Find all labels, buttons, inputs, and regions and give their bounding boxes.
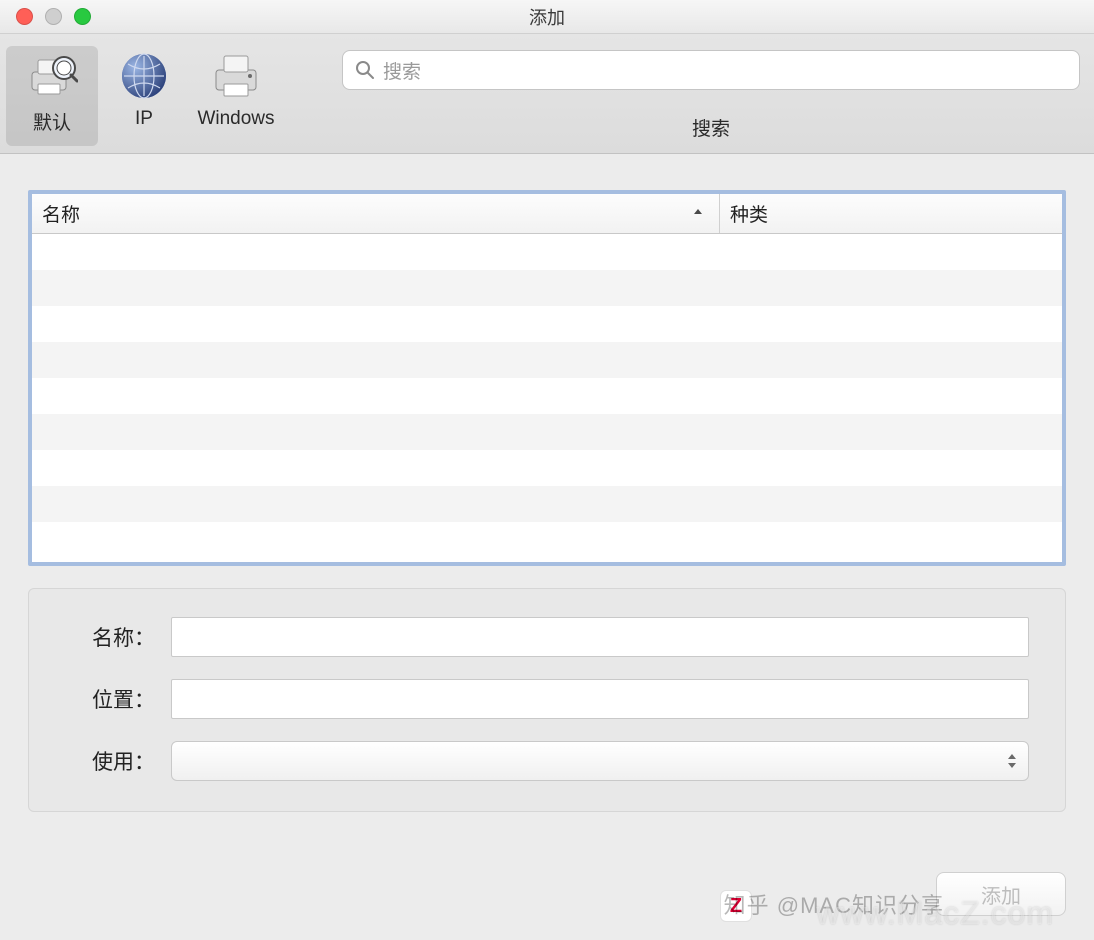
sort-ascending-icon [691,203,705,225]
tab-label: Windows [197,108,274,130]
minimize-window-button[interactable] [45,8,62,25]
zoom-window-button[interactable] [74,8,91,25]
tab-windows[interactable]: Windows [190,46,282,146]
tab-default[interactable]: 默认 [6,46,98,146]
list-row-empty [32,522,1062,558]
tab-ip[interactable]: IP [98,46,190,146]
printer-magnifier-icon [26,50,78,102]
search-icon [355,60,375,80]
content-area: 名称 种类 [0,154,1094,832]
list-row-empty [32,450,1062,486]
close-window-button[interactable] [16,8,33,25]
list-row-empty [32,378,1062,414]
toolbar-tabs: 默认 [6,46,282,146]
add-button[interactable]: 添加 [936,872,1066,916]
globe-network-icon [118,50,170,102]
list-header: 名称 种类 [32,194,1062,234]
list-row-empty [32,414,1062,450]
location-field[interactable] [171,679,1029,719]
footer: 添加 [936,872,1066,916]
use-select[interactable] [171,741,1029,781]
search-placeholder: 搜索 [383,57,421,84]
list-row-empty [32,342,1062,378]
toolbar-search-section: 搜索 搜索 [342,46,1080,141]
add-printer-window: 添加 默认 [0,0,1094,940]
column-label: 种类 [730,200,768,227]
column-label: 名称 [42,200,80,227]
column-header-name[interactable]: 名称 [32,194,720,233]
watermark-text-1: 知乎 @MAC知识分享 [724,888,944,920]
tab-label: 默认 [33,108,71,135]
search-label: 搜索 [342,114,1080,141]
window-controls [16,8,91,25]
titlebar: 添加 [0,0,1094,34]
list-row-empty [32,270,1062,306]
printer-icon [210,50,262,102]
column-header-kind[interactable]: 种类 [720,194,1062,233]
tab-label: IP [135,108,153,130]
name-label: 名称： [65,622,155,652]
list-row-empty [32,306,1062,342]
watermark-badge-icon: Z [720,890,752,922]
location-label: 位置： [65,684,155,714]
list-body [32,234,1062,562]
search-input[interactable]: 搜索 [342,50,1080,90]
toolbar: 默认 [0,34,1094,154]
window-title: 添加 [0,4,1094,30]
list-row-empty [32,486,1062,522]
printer-list[interactable]: 名称 种类 [28,190,1066,566]
printer-details-form: 名称： 位置： 使用： [28,588,1066,812]
list-row-empty [32,234,1062,270]
use-label: 使用： [65,746,155,776]
name-field[interactable] [171,617,1029,657]
select-stepper-icon [1006,752,1018,770]
